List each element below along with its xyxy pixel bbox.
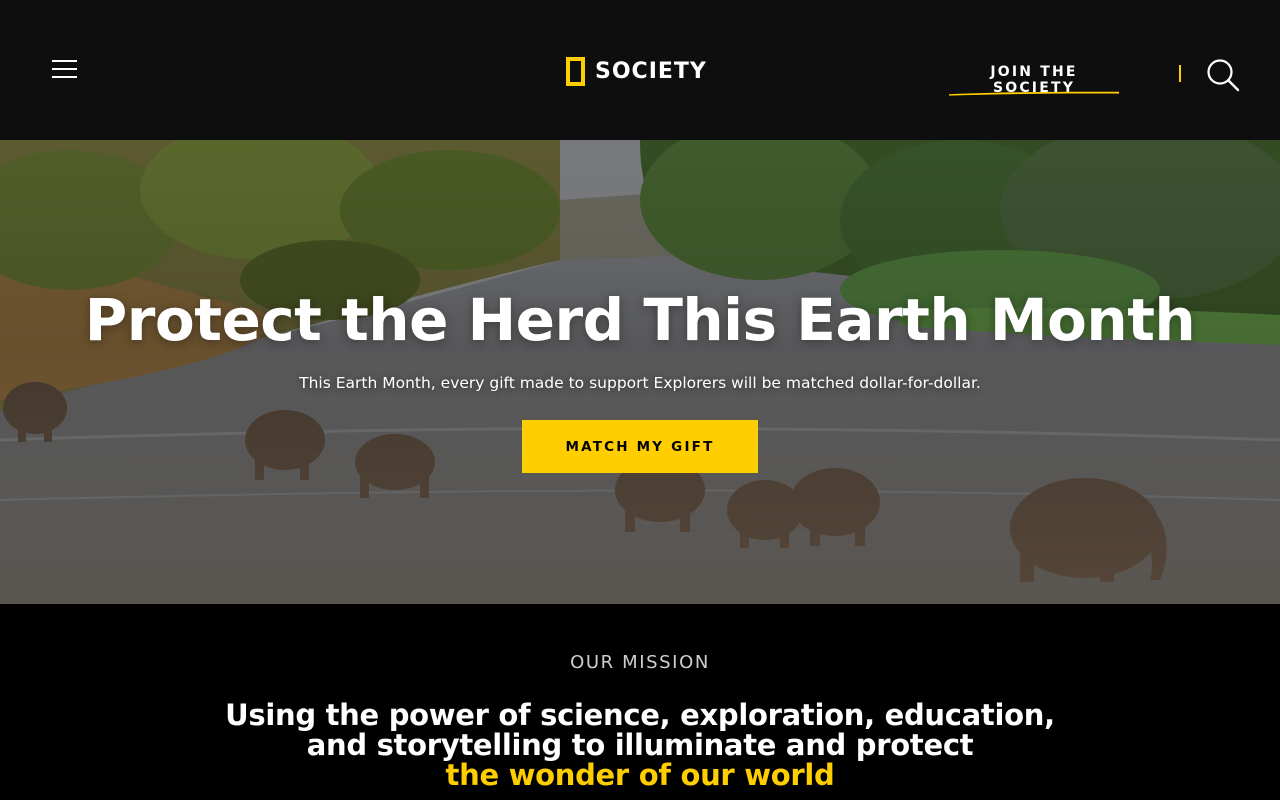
mission-line-2: and storytelling to illuminate and prote…: [306, 728, 974, 762]
mission-statement: Using the power of science, exploration,…: [0, 700, 1280, 790]
logo-text: SOCIETY: [595, 58, 707, 84]
header-divider: [1179, 65, 1181, 82]
match-my-gift-button[interactable]: MATCH MY GIFT: [522, 420, 758, 473]
hero-subtitle: This Earth Month, every gift made to sup…: [299, 374, 981, 392]
hero-banner: Protect the Herd This Earth Month This E…: [0, 140, 1280, 604]
site-header: SOCIETY JOIN THE SOCIETY: [0, 0, 1280, 140]
hamburger-menu-icon[interactable]: [52, 58, 78, 80]
mission-label: OUR MISSION: [570, 652, 710, 673]
mission-line-3-highlight: the wonder of our world: [445, 758, 835, 792]
yellow-border-logo-icon: [566, 56, 585, 86]
elephants-river-hero-image: [0, 140, 1280, 604]
society-logo[interactable]: SOCIETY: [566, 56, 707, 86]
hero-title: Protect the Herd This Earth Month: [84, 286, 1196, 354]
join-the-society-link[interactable]: JOIN THE SOCIETY: [948, 64, 1120, 100]
brush-underline-icon: [949, 91, 1119, 96]
mission-line-1: Using the power of science, exploration,…: [225, 698, 1055, 732]
search-icon[interactable]: [1206, 58, 1240, 92]
mission-section: OUR MISSION Using the power of science, …: [0, 604, 1280, 800]
